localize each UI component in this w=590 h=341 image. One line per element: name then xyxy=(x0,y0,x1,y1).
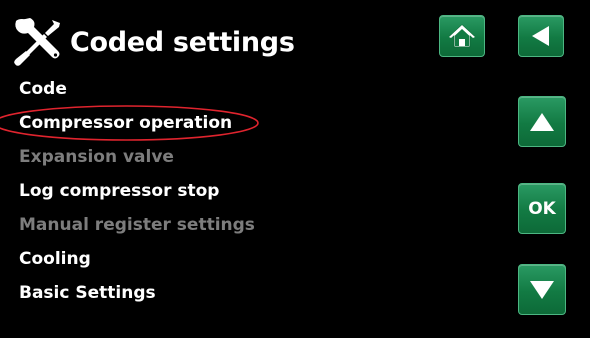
menu-item-manual-register-settings: Manual register settings xyxy=(19,215,255,235)
settings-menu: Code Compressor operation Expansion valv… xyxy=(19,72,255,310)
scroll-down-button[interactable] xyxy=(518,264,566,315)
scroll-up-button[interactable] xyxy=(518,96,566,147)
header: Coded settings xyxy=(12,17,295,67)
ok-label: OK xyxy=(528,198,556,219)
menu-item-basic-settings[interactable]: Basic Settings xyxy=(19,276,255,310)
menu-item-compressor-operation[interactable]: Compressor operation xyxy=(19,106,255,140)
screen: Coded settings Code Compressor operation… xyxy=(0,0,590,338)
arrow-up-icon xyxy=(530,112,554,131)
tools-icon xyxy=(14,18,60,66)
page-title: Coded settings xyxy=(70,26,295,58)
arrow-down-icon xyxy=(530,280,554,299)
menu-item-expansion-valve: Expansion valve xyxy=(19,147,174,167)
home-button[interactable] xyxy=(439,15,485,57)
back-arrow-icon xyxy=(532,26,549,46)
menu-item-cooling[interactable]: Cooling xyxy=(19,242,255,276)
back-button[interactable] xyxy=(518,15,564,57)
menu-item-log-compressor-stop[interactable]: Log compressor stop xyxy=(19,174,255,208)
ok-button[interactable]: OK xyxy=(518,183,566,234)
home-icon xyxy=(448,24,476,48)
menu-item-code[interactable]: Code xyxy=(19,72,255,106)
